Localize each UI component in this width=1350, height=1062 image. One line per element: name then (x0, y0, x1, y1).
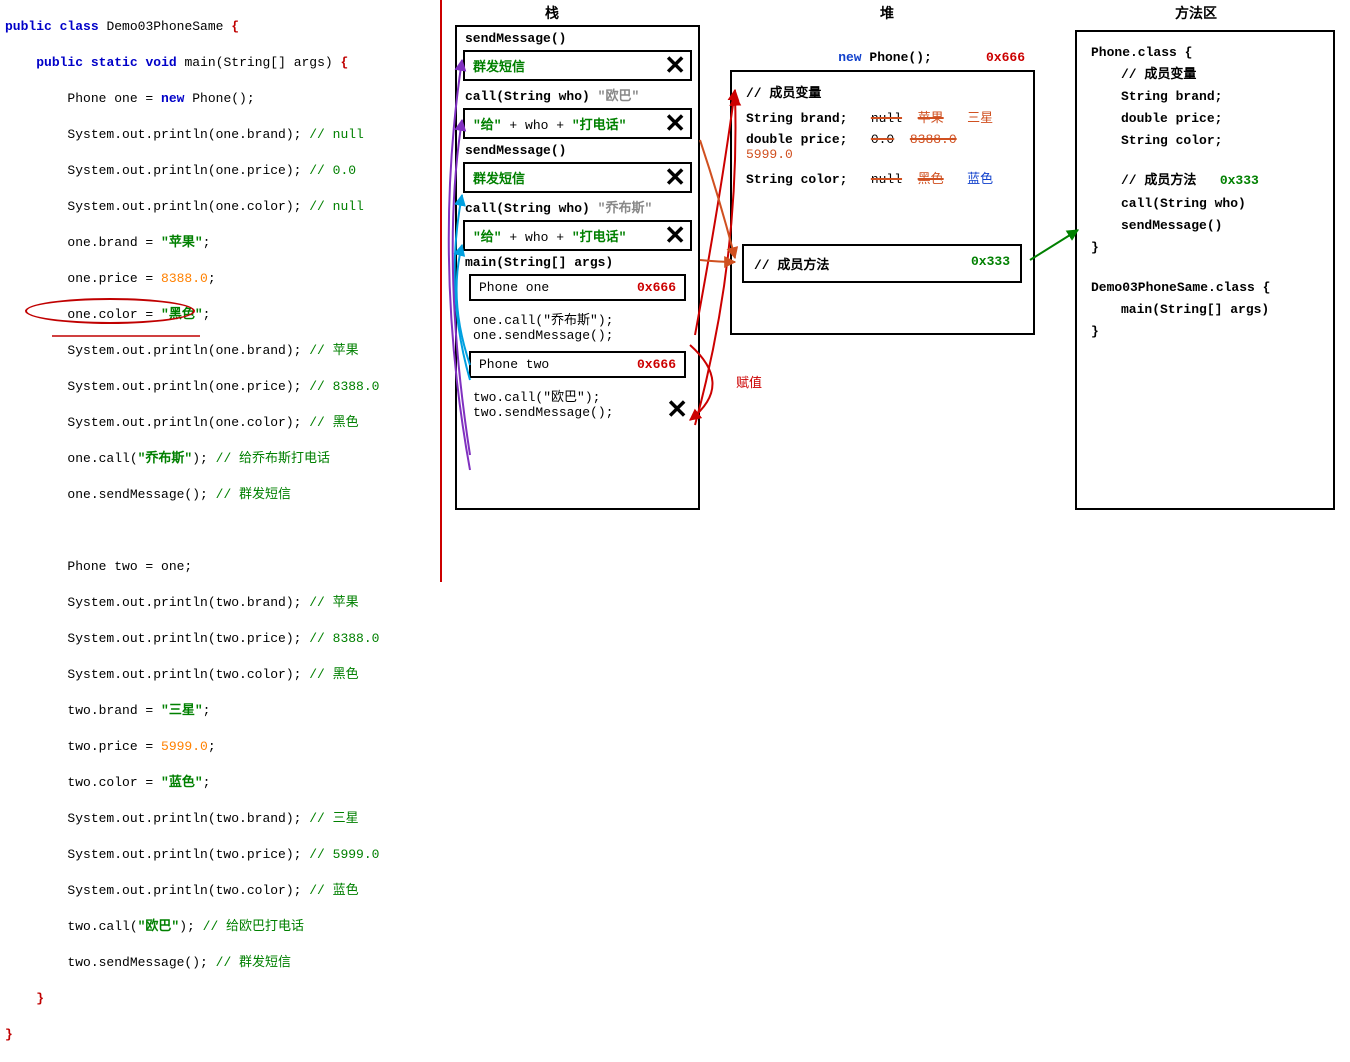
methodarea-demo-class: Demo03PhoneSame.class { (1091, 277, 1319, 299)
heap-box: // 成员变量 String brand; null 苹果 三星 double … (730, 70, 1035, 335)
stack-frame-call-1: "给" + who + "打电话" ✕ (463, 108, 692, 139)
stack-var-one: Phone one (479, 280, 549, 295)
divider-red (440, 0, 442, 582)
heap-brand-row: String brand; null 苹果 三星 (746, 107, 1019, 126)
close-x-icon: ✕ (664, 166, 686, 192)
close-x-icon: ✕ (664, 224, 686, 250)
java-source-code: public class Demo03PhoneSame { public st… (5, 0, 435, 1062)
highlight-ellipse (25, 298, 195, 324)
stack-frame-sendmessage-1-label: sendMessage() (465, 31, 690, 46)
stack-var-two-addr: 0x666 (637, 357, 676, 372)
methodarea-send: sendMessage() (1121, 215, 1319, 237)
heap-color-row: String color; null 黑色 蓝色 (746, 168, 1019, 187)
heap-assign-label: 赋值 (736, 372, 762, 391)
methodarea-title: 方法区 (1175, 3, 1217, 23)
stack-frame-call-1-label: call(String who) "欧巴" (465, 85, 690, 104)
stack-frame-sendmessage-2: 群发短信 ✕ (463, 162, 692, 193)
stack-frame-call-2-label: call(String who) "乔布斯" (465, 197, 690, 216)
close-x-icon: ✕ (666, 398, 688, 424)
heap-header: new Phone(); 0x666 (740, 50, 1030, 65)
methodarea-methods-title: // 成员方法 0x333 (1121, 170, 1319, 192)
close-x-icon: ✕ (664, 112, 686, 138)
stack-frame-main: Phone one 0x666 one.call("乔布斯"); one.sen… (463, 274, 692, 424)
stack-main-calls-2: two.call("欧巴"); two.sendMessage(); ✕ (463, 382, 692, 424)
methodarea-close: } (1091, 237, 1319, 259)
methodarea-color: String color; (1121, 130, 1319, 152)
methodarea-members-title: // 成员变量 (1121, 64, 1319, 86)
stack-var-one-addr: 0x666 (637, 280, 676, 295)
methodarea-phone-class: Phone.class { (1091, 42, 1319, 64)
methodarea-close2: } (1091, 321, 1319, 343)
methodarea-box: Phone.class { // 成员变量 String brand; doub… (1075, 30, 1335, 510)
stack-frame-main-label: main(String[] args) (465, 255, 690, 270)
stack-title: 栈 (545, 3, 559, 23)
methodarea-call: call(String who) (1121, 193, 1319, 215)
heap-members-title: // 成员变量 (746, 82, 1019, 101)
methodarea-brand: String brand; (1121, 86, 1319, 108)
methodarea-demo-main: main(String[] args) (1121, 299, 1319, 321)
stack-frame-sendmessage-1: 群发短信 ✕ (463, 50, 692, 81)
close-x-icon: ✕ (664, 54, 686, 80)
heap-methods-box: // 成员方法 0x333 (742, 244, 1022, 283)
stack-frame-sendmessage-2-label: sendMessage() (465, 143, 690, 158)
stack-box: sendMessage() 群发短信 ✕ call(String who) "欧… (455, 25, 700, 510)
stack-main-calls-1: one.call("乔布斯"); one.sendMessage(); (463, 305, 692, 347)
stack-var-two: Phone two (479, 357, 549, 372)
methodarea-price: double price; (1121, 108, 1319, 130)
heap-price-row: double price; 0.0 8388.0 5999.0 (746, 132, 1019, 162)
stack-frame-call-2: "给" + who + "打电话" ✕ (463, 220, 692, 251)
heap-title: 堆 (880, 3, 894, 23)
